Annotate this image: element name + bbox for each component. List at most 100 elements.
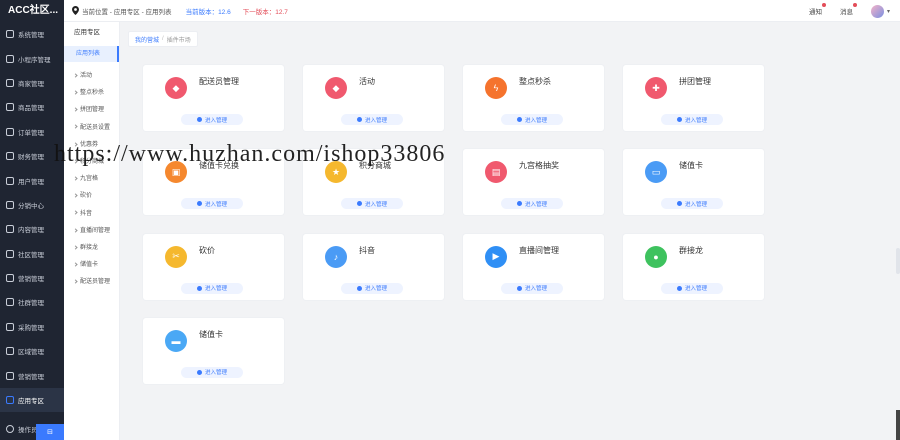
sidebar-item[interactable]: 用户管理 bbox=[0, 168, 64, 192]
enter-manage-button[interactable]: 进入管理 bbox=[181, 366, 243, 378]
submenu-item-label: 储值卡 bbox=[80, 262, 99, 269]
app-card[interactable]: ▬ 储值卡 进入管理 bbox=[143, 317, 284, 384]
tag-icon: ◆ bbox=[325, 77, 347, 99]
sidebar-item[interactable]: 社区管理 bbox=[0, 242, 64, 266]
app-card[interactable]: ▭ 储值卡 进入管理 bbox=[623, 149, 764, 216]
card-icon: ▭ bbox=[645, 161, 667, 184]
chevron-right-icon bbox=[73, 159, 78, 164]
sidebar-item[interactable]: 社群管理 bbox=[0, 290, 64, 314]
main-sidebar: ACC社区... 系统管理小程序管理 商家管理商品管理订单管理 财务管理用户管理分销… bbox=[0, 0, 64, 440]
flash-icon: ϟ bbox=[485, 77, 507, 99]
gear-icon bbox=[196, 117, 202, 122]
enter-manage-button[interactable]: 进入管理 bbox=[501, 282, 563, 294]
sidebar-item-label: 系统管理 bbox=[18, 32, 44, 40]
app-card[interactable]: ✚ 拼团管理 进入管理 bbox=[623, 65, 764, 131]
brand-logo: ACC社区... bbox=[8, 5, 58, 16]
corner-handle[interactable] bbox=[896, 410, 900, 440]
submenu-item[interactable]: 配送员管理 bbox=[64, 274, 119, 291]
top-header: 当前位置 - 应用专区 - 应用列表 当前版本：12.6 下一版本：12.7 通… bbox=[64, 0, 900, 22]
chevron-right-icon bbox=[73, 210, 78, 216]
sidebar-item[interactable]: 订单管理 bbox=[0, 120, 64, 144]
submenu-item-label: 配送员设置 bbox=[80, 124, 111, 131]
sidebar-item-label: 社区管理 bbox=[18, 251, 44, 259]
sidebar-item[interactable]: 区域管理 bbox=[0, 339, 64, 363]
submenu-item[interactable]: 拼团管理 bbox=[64, 102, 119, 119]
menu-icon bbox=[6, 200, 14, 209]
submenu-item[interactable]: 整点秒杀 bbox=[64, 85, 119, 102]
puzzle-icon: ✚ bbox=[645, 77, 667, 99]
app-card-title: 群接龙 bbox=[679, 245, 703, 255]
gear-icon bbox=[196, 369, 202, 375]
enter-manage-button[interactable]: 进入管理 bbox=[661, 198, 723, 210]
sidebar-item[interactable]: 小程序管理 bbox=[0, 46, 64, 70]
submenu-item[interactable]: 九宫格 bbox=[64, 171, 119, 188]
submenu-item[interactable]: 砍价 bbox=[64, 188, 119, 205]
side-scroll-handle[interactable] bbox=[896, 248, 900, 274]
sidebar-item[interactable]: 内容管理 bbox=[0, 217, 64, 241]
enter-manage-button[interactable]: 进入管理 bbox=[341, 114, 403, 125]
menu-icon bbox=[6, 396, 14, 405]
submenu-item[interactable]: 储值卡 bbox=[64, 257, 119, 274]
app-card[interactable]: ✂ 砍价 进入管理 bbox=[143, 233, 284, 300]
submenu-item[interactable]: 群接龙 bbox=[64, 240, 119, 257]
submenu-item[interactable]: 优惠券 bbox=[64, 137, 119, 154]
enter-manage-button[interactable]: 进入管理 bbox=[501, 114, 563, 125]
app-card-title: 整点秒杀 bbox=[519, 77, 551, 86]
sidebar-item[interactable]: 商家管理 bbox=[0, 71, 64, 95]
enter-manage-button[interactable]: 进入管理 bbox=[501, 198, 563, 210]
chevron-right-icon bbox=[73, 73, 78, 78]
app-card-title: 活动 bbox=[359, 77, 375, 86]
menu-icon bbox=[6, 30, 14, 39]
sidebar-item[interactable]: 系统管理 bbox=[0, 22, 64, 46]
sidebar-item-label: 内容管理 bbox=[18, 227, 44, 235]
enter-manage-button[interactable]: 进入管理 bbox=[341, 198, 403, 210]
enter-manage-button[interactable]: 进入管理 bbox=[661, 114, 723, 125]
sidebar-item[interactable]: 营销管理 bbox=[0, 363, 64, 387]
app-card-title: 直播间管理 bbox=[519, 245, 559, 255]
avatar[interactable] bbox=[870, 4, 884, 18]
enter-manage-button[interactable]: 进入管理 bbox=[661, 282, 723, 294]
submenu-item[interactable]: 配送员设置 bbox=[64, 120, 119, 137]
app-card[interactable]: ϟ 整点秒杀进入管理 bbox=[463, 65, 604, 131]
gear-icon bbox=[516, 285, 522, 291]
chevron-right-icon bbox=[73, 176, 78, 181]
sidebar-item[interactable]: 采购管理 bbox=[0, 315, 64, 339]
app-card[interactable]: ◆ 配送员管理 进入管理 bbox=[143, 65, 284, 131]
enter-manage-button[interactable]: 进入管理 bbox=[181, 282, 243, 294]
sidebar-item[interactable]: 商品管理 bbox=[0, 95, 64, 119]
tag-icon: ◆ bbox=[165, 77, 187, 99]
user-menu[interactable]: ▾ bbox=[870, 4, 890, 18]
submenu-item[interactable]: 抖音 bbox=[64, 206, 119, 223]
app-card[interactable]: ◆ 活动进入管理 bbox=[303, 65, 444, 131]
breadcrumb-home[interactable]: 我的营城 bbox=[135, 35, 159, 44]
app-card[interactable]: ▶ 直播间管理进入管理 bbox=[463, 233, 604, 300]
sidebar-item[interactable]: 应用专区 bbox=[0, 387, 64, 413]
app-card[interactable]: ▤ 九宫格抽奖 进入管理 bbox=[463, 149, 604, 216]
notice-button[interactable]: 通知 bbox=[809, 3, 826, 16]
enter-manage-label: 进入管理 bbox=[204, 201, 227, 208]
submenu-item-active[interactable]: 应用列表 bbox=[64, 46, 119, 62]
enter-manage-button[interactable]: 进入管理 bbox=[181, 114, 243, 125]
enter-manage-label: 进入管理 bbox=[364, 201, 387, 208]
submenu-item[interactable]: 积分商城 bbox=[64, 154, 119, 171]
sidebar-item[interactable]: 分销中心 bbox=[0, 193, 64, 217]
sidebar-item-label: 商品管理 bbox=[18, 105, 44, 113]
app-card[interactable]: ♪ 抖音 进入管理 bbox=[303, 233, 444, 300]
enter-manage-button[interactable]: 进入管理 bbox=[181, 198, 243, 210]
app-card[interactable]: ● 群接龙 进入管理 bbox=[623, 233, 764, 300]
collapse-button[interactable]: ⊟ bbox=[36, 424, 64, 440]
app-card[interactable]: ★ 积分商城 进入管理 bbox=[303, 149, 444, 216]
play-icon: ▶ bbox=[485, 245, 507, 268]
submenu-item[interactable]: 直播间管理 bbox=[64, 223, 119, 240]
enter-manage-label: 进入管理 bbox=[524, 286, 547, 293]
menu-icon bbox=[6, 127, 14, 136]
menu-icon bbox=[6, 54, 14, 63]
sidebar-item[interactable]: 营销管理 bbox=[0, 266, 64, 290]
app-card[interactable]: ▣ 储值卡兑换 进入管理 bbox=[143, 149, 284, 216]
menu-icon bbox=[6, 225, 14, 234]
enter-manage-button[interactable]: 进入管理 bbox=[341, 282, 403, 294]
message-button[interactable]: 消息 bbox=[840, 3, 857, 16]
sidebar-item-label: 用户管理 bbox=[18, 178, 44, 186]
submenu-item[interactable]: 活动 bbox=[64, 68, 119, 85]
sidebar-item[interactable]: 财务管理 bbox=[0, 144, 64, 168]
